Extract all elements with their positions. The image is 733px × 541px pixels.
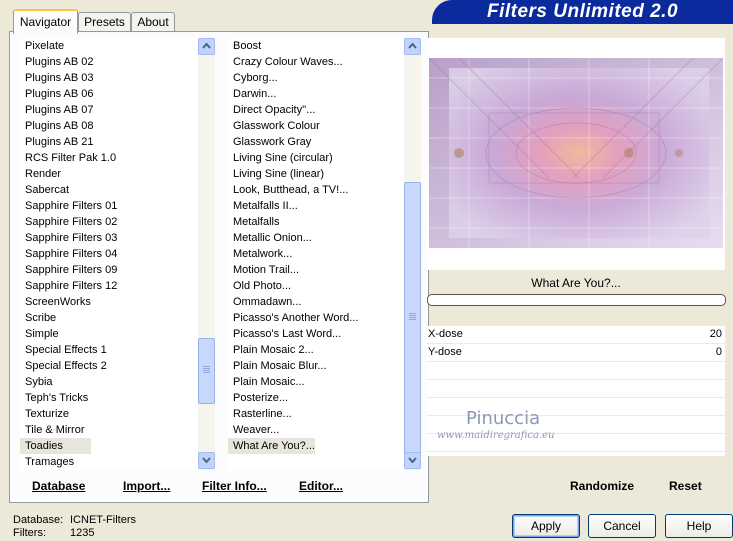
list-item[interactable]: Plain Mosaic Blur... [228, 358, 404, 374]
filter-info-button[interactable]: Filter Info... [202, 479, 267, 493]
list-item[interactable]: ScreenWorks [20, 294, 198, 310]
category-scrollbar[interactable] [198, 38, 215, 470]
list-item[interactable]: Rasterline... [228, 406, 404, 422]
list-item[interactable]: RCS Filter Pak 1.0 [20, 150, 198, 166]
watermark-url: www.maidiregrafica.eu [437, 430, 555, 441]
list-item[interactable]: Sapphire Filters 03 [20, 230, 198, 246]
list-item[interactable]: Special Effects 2 [20, 358, 198, 374]
list-item[interactable]: Darwin... [228, 86, 404, 102]
app-title-banner: Filters Unlimited 2.0 [432, 0, 733, 24]
database-button[interactable]: Database [32, 479, 85, 493]
tab-navigator[interactable]: Navigator [13, 9, 78, 34]
apply-button[interactable]: Apply [512, 514, 580, 538]
list-item[interactable]: Tile & Mirror [20, 422, 198, 438]
scroll-down-button[interactable] [198, 452, 215, 469]
list-item[interactable]: Plugins AB 21 [20, 134, 198, 150]
filter-scrollbar[interactable] [404, 38, 421, 470]
param-label: X-dose [428, 328, 463, 340]
list-item[interactable]: Sapphire Filters 02 [20, 214, 198, 230]
list-item[interactable]: Sabercat [20, 182, 198, 198]
list-item[interactable]: Sapphire Filters 01 [20, 198, 198, 214]
list-item[interactable]: Glasswork Gray [228, 134, 404, 150]
list-item[interactable]: Plugins AB 02 [20, 54, 198, 70]
list-item[interactable]: Picasso's Last Word... [228, 326, 404, 342]
progress-bar [427, 294, 726, 306]
filters-count-label: Filters: [13, 527, 46, 539]
list-item[interactable]: Picasso's Another Word... [228, 310, 404, 326]
param-row[interactable]: Y-dose 0 [427, 344, 725, 362]
list-item[interactable]: Ommadawn... [228, 294, 404, 310]
selected-filter-name: What Are You?... [531, 276, 621, 290]
preview-image[interactable] [429, 58, 723, 248]
list-item[interactable]: Tramages [20, 454, 198, 470]
list-item[interactable]: Texturize [20, 406, 198, 422]
editor-button[interactable]: Editor... [299, 479, 343, 493]
list-item[interactable]: Direct Opacity''... [228, 102, 404, 118]
list-item[interactable]: Living Sine (linear) [228, 166, 404, 182]
list-item[interactable]: Motion Trail... [228, 262, 404, 278]
list-item[interactable]: Scribe [20, 310, 198, 326]
scroll-up-button[interactable] [198, 38, 215, 55]
list-item[interactable]: Metalfalls [228, 214, 404, 230]
import-button[interactable]: Import... [123, 479, 170, 493]
list-item[interactable]: Living Sine (circular) [228, 150, 404, 166]
list-item[interactable]: Posterize... [228, 390, 404, 406]
list-item[interactable]: Old Photo... [228, 278, 404, 294]
list-item[interactable]: Toadies [20, 438, 91, 454]
list-item[interactable]: Metalfalls II... [228, 198, 404, 214]
list-item[interactable]: Teph's Tricks [20, 390, 198, 406]
param-value[interactable]: 0 [716, 344, 722, 361]
scroll-thumb[interactable] [404, 182, 421, 454]
list-item[interactable]: Plugins AB 03 [20, 70, 198, 86]
list-item[interactable]: Sybia [20, 374, 198, 390]
param-row [427, 362, 725, 380]
filters-count-value: 1235 [70, 527, 95, 539]
list-item[interactable]: Cyborg... [228, 70, 404, 86]
database-label: Database: [13, 514, 64, 526]
list-item[interactable]: Sapphire Filters 12 [20, 278, 198, 294]
filter-list[interactable]: Boost Crazy Colour Waves... Cyborg... Darwi… [228, 38, 404, 470]
list-item[interactable]: Boost [228, 38, 404, 54]
chevron-up-icon [202, 43, 211, 49]
chevron-down-icon [408, 457, 417, 463]
list-item[interactable]: Render [20, 166, 198, 182]
param-row [427, 380, 725, 398]
list-item[interactable]: Simple [20, 326, 198, 342]
list-item[interactable]: Sapphire Filters 04 [20, 246, 198, 262]
chevron-down-icon [202, 457, 211, 463]
chevron-up-icon [408, 43, 417, 49]
scroll-down-button[interactable] [404, 452, 421, 469]
list-item[interactable]: Metallic Onion... [228, 230, 404, 246]
list-item[interactable]: Plugins AB 07 [20, 102, 198, 118]
reset-button[interactable]: Reset [669, 479, 702, 493]
list-item[interactable]: Plugins AB 08 [20, 118, 198, 134]
list-item[interactable]: Crazy Colour Waves... [228, 54, 404, 70]
param-value[interactable]: 20 [710, 326, 722, 343]
param-label: Y-dose [428, 346, 462, 358]
category-list[interactable]: Pixelate Plugins AB 02 Plugins AB 03 Plugin… [20, 38, 198, 470]
cancel-button[interactable]: Cancel [588, 514, 656, 538]
randomize-button[interactable]: Randomize [570, 479, 634, 493]
list-item[interactable]: Glasswork Colour [228, 118, 404, 134]
tab-about[interactable]: About [131, 12, 175, 32]
tab-presets[interactable]: Presets [78, 12, 131, 32]
list-item[interactable]: Metalwork... [228, 246, 404, 262]
scroll-thumb[interactable] [198, 338, 215, 404]
list-item[interactable]: Sapphire Filters 09 [20, 262, 198, 278]
list-item[interactable]: Weaver... [228, 422, 404, 438]
database-value: ICNET-Filters [70, 514, 136, 526]
help-button[interactable]: Help [665, 514, 733, 538]
preview-frame [427, 38, 725, 270]
list-item[interactable]: Look, Butthead, a TV!... [228, 182, 404, 198]
list-item[interactable]: Plugins AB 06 [20, 86, 198, 102]
list-item[interactable]: Special Effects 1 [20, 342, 198, 358]
scroll-up-button[interactable] [404, 38, 421, 55]
list-item[interactable]: Plain Mosaic... [228, 374, 404, 390]
list-item[interactable]: Plain Mosaic 2... [228, 342, 404, 358]
list-item[interactable]: What Are You?... [228, 438, 315, 454]
list-item[interactable]: Pixelate [20, 38, 198, 54]
watermark-name: Pinuccia [466, 408, 541, 429]
param-row[interactable]: X-dose 20 [427, 326, 725, 344]
